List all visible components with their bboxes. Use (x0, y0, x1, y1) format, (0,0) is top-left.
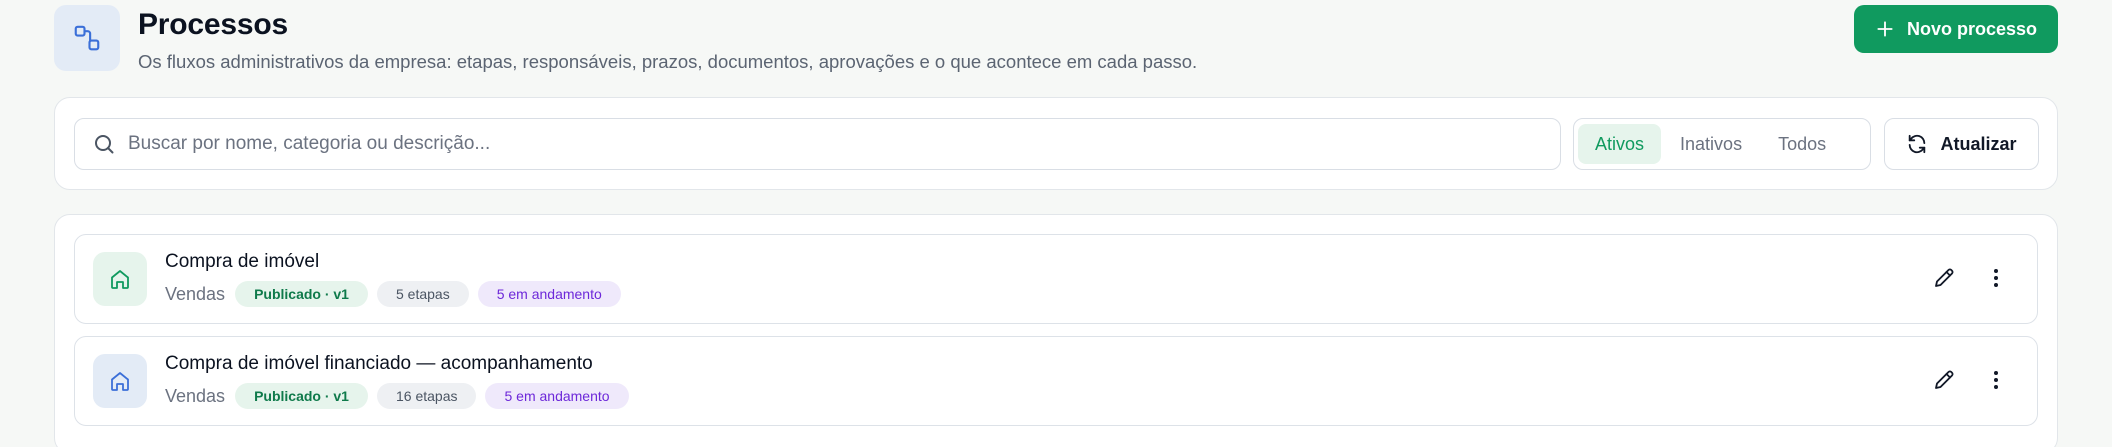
page-subtitle: Os fluxos administrativos da empresa: et… (138, 51, 1198, 72)
filter-tab-inativos[interactable]: Inativos (1663, 124, 1759, 164)
page-header: Processos Os fluxos administrativos da e… (54, 5, 2058, 75)
refresh-icon (1909, 134, 1926, 154)
refresh-label: Atualizar (1940, 133, 2017, 154)
home-icon (93, 252, 147, 306)
steps-badge: 5 etapas (376, 281, 469, 307)
search-input[interactable] (128, 133, 1528, 155)
edit-pencil-icon[interactable] (1931, 367, 1957, 393)
more-vertical-icon[interactable] (1983, 265, 2009, 291)
refresh-button[interactable]: Atualizar (1884, 118, 2039, 170)
filter-toolbar: Ativos Inativos Todos Atualizar (54, 97, 2058, 190)
page-title: Processos (138, 8, 288, 41)
edit-pencil-icon[interactable] (1931, 265, 1957, 291)
filter-tab-todos[interactable]: Todos (1761, 124, 1843, 164)
more-vertical-icon[interactable] (1983, 367, 2009, 393)
process-title[interactable]: Compra de imóvel (165, 251, 319, 273)
in-progress-badge: 5 em andamento (477, 281, 621, 307)
process-title[interactable]: Compra de imóvel financiado — acompanham… (165, 353, 593, 375)
new-process-label: Novo processo (1906, 18, 2038, 39)
process-row[interactable]: Compra de imóvel financiado — acompanham… (74, 336, 2038, 426)
row-actions (1931, 265, 2009, 291)
process-meta: Vendas Publicado · v1 5 etapas 5 em anda… (165, 281, 621, 307)
status-badge: Publicado · v1 (235, 281, 368, 307)
workflow-icon (54, 5, 120, 71)
search-box[interactable] (74, 118, 1561, 170)
filter-tab-ativos[interactable]: Ativos (1578, 124, 1662, 164)
row-actions (1931, 367, 2009, 393)
process-row[interactable]: Compra de imóvel Vendas Publicado · v1 5… (74, 234, 2038, 324)
in-progress-badge: 5 em andamento (485, 383, 629, 409)
search-icon (95, 135, 114, 154)
status-badge: Publicado · v1 (235, 383, 368, 409)
process-list: Compra de imóvel Vendas Publicado · v1 5… (54, 214, 2058, 447)
process-category: Vendas (165, 385, 226, 406)
status-filter: Ativos Inativos Todos (1573, 118, 1871, 170)
home-icon (93, 354, 147, 408)
process-category: Vendas (165, 283, 226, 304)
new-process-button[interactable]: Novo processo (1854, 5, 2058, 53)
plus-icon (1877, 21, 1893, 37)
process-meta: Vendas Publicado · v1 16 etapas 5 em and… (165, 383, 629, 409)
steps-badge: 16 etapas (376, 383, 477, 409)
